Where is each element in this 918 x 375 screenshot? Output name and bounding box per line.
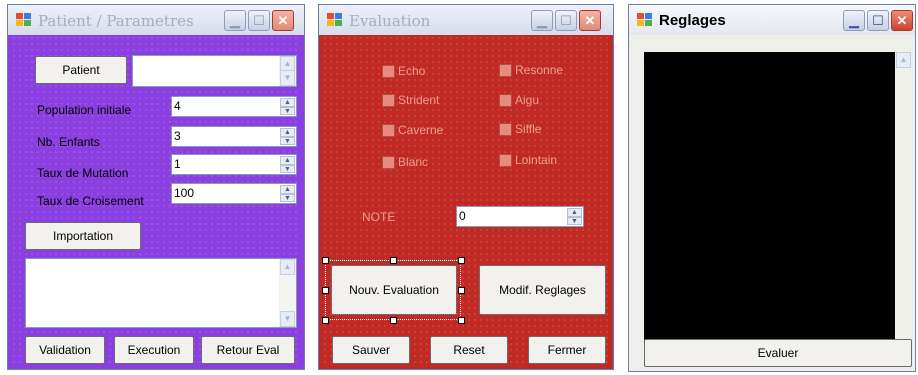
handle-icon[interactable] xyxy=(390,317,397,324)
retour-eval-button[interactable]: Retour Eval xyxy=(201,336,295,364)
reglages-display[interactable]: ▲▼ xyxy=(644,52,912,361)
stepper-arrows-icon[interactable]: ▲ ▼ xyxy=(280,156,295,173)
minimize-icon[interactable]: ▁ xyxy=(531,10,553,31)
maximize-icon[interactable]: ☐ xyxy=(867,10,889,31)
maximize-icon[interactable]: ☐ xyxy=(248,10,270,31)
handle-icon[interactable] xyxy=(322,257,329,264)
close-icon[interactable]: ✕ xyxy=(579,10,601,31)
croisement-label: Taux de Croisement xyxy=(37,194,144,208)
importation-button[interactable]: Importation xyxy=(25,222,141,250)
enfants-stepper[interactable]: 3 ▲ ▼ xyxy=(171,126,297,147)
handle-icon[interactable] xyxy=(322,317,329,324)
modif-reglages-button[interactable]: Modif. Reglages xyxy=(479,265,606,315)
app-icon xyxy=(637,13,653,27)
patient-field[interactable]: ▲ ▼ xyxy=(132,55,297,87)
evaluer-button[interactable]: Evaluer xyxy=(644,339,912,367)
handle-icon[interactable] xyxy=(458,287,465,294)
execution-button[interactable]: Execution xyxy=(114,336,194,364)
evaluation-titlebar[interactable]: Evaluation ▁ ☐ ✕ xyxy=(319,5,613,35)
note-label: NOTE xyxy=(362,210,396,224)
log-scrollbar[interactable]: ▲ ▼ xyxy=(279,259,296,327)
minimize-icon[interactable]: ▁ xyxy=(224,10,246,31)
close-icon[interactable]: ✕ xyxy=(891,10,913,31)
stepper-arrows-icon[interactable]: ▲ ▼ xyxy=(567,208,582,225)
patient-field-scrollbar[interactable]: ▲ ▼ xyxy=(279,56,296,86)
checkbox-lointain[interactable]: Lointain xyxy=(499,153,557,167)
close-icon[interactable]: ✕ xyxy=(272,10,294,31)
checkbox-echo[interactable]: Echo xyxy=(382,64,425,78)
display-scrollbar[interactable]: ▲▼ xyxy=(895,52,912,361)
checkbox-strident[interactable]: Strident xyxy=(382,93,439,107)
enfants-label: Nb. Enfants xyxy=(37,135,100,149)
window-title: Reglages xyxy=(659,12,726,29)
evaluation-client: Echo Strident Caverne Blanc Resonne Aigu… xyxy=(322,35,610,366)
patient-window: Patient / Parametres ▁ ☐ ✕ Patient ▲ ▼ Po… xyxy=(7,4,305,370)
checkbox-box-icon[interactable] xyxy=(382,155,395,169)
fermer-button[interactable]: Fermer xyxy=(528,336,606,364)
mutation-label: Taux de Mutation xyxy=(37,166,129,180)
checkbox-box-icon[interactable] xyxy=(499,122,512,136)
population-label: Population initiale xyxy=(37,103,132,117)
reglages-titlebar[interactable]: Reglages ▁ ☐ ✕ xyxy=(629,5,915,35)
checkbox-blanc[interactable]: Blanc xyxy=(382,155,428,169)
handle-icon[interactable] xyxy=(322,287,329,294)
note-stepper[interactable]: 0 ▲ ▼ xyxy=(456,206,584,227)
checkbox-box-icon[interactable] xyxy=(382,123,395,137)
checkbox-box-icon[interactable] xyxy=(382,64,395,78)
app-icon xyxy=(16,13,32,27)
handle-icon[interactable] xyxy=(458,317,465,324)
minimize-icon[interactable]: ▁ xyxy=(843,10,865,31)
croisement-stepper[interactable]: 100 ▲ ▼ xyxy=(171,183,297,204)
reglages-client: ▲▼ Evaluer xyxy=(632,35,912,368)
checkbox-box-icon[interactable] xyxy=(382,93,395,107)
checkbox-siffle[interactable]: Siffle xyxy=(499,122,541,136)
checkbox-aigu[interactable]: Aigu xyxy=(499,93,539,107)
stepper-arrows-icon[interactable]: ▲ ▼ xyxy=(280,128,295,145)
maximize-icon[interactable]: ☐ xyxy=(555,10,577,31)
handle-icon[interactable] xyxy=(390,257,397,264)
window-title: Patient / Parametres xyxy=(38,12,194,30)
reset-button[interactable]: Reset xyxy=(430,336,508,364)
reglages-window: Reglages ▁ ☐ ✕ ▲▼ Evaluer xyxy=(628,4,916,372)
handle-icon[interactable] xyxy=(458,257,465,264)
mutation-stepper[interactable]: 1 ▲ ▼ xyxy=(171,154,297,175)
nouv-evaluation-button[interactable]: Nouv. Evaluation xyxy=(331,265,457,315)
validation-button[interactable]: Validation xyxy=(25,336,105,364)
patient-titlebar[interactable]: Patient / Parametres ▁ ☐ ✕ xyxy=(8,5,304,35)
window-title: Evaluation xyxy=(349,12,431,30)
checkbox-resonne[interactable]: Resonne xyxy=(499,63,563,77)
import-log-textarea[interactable]: ▲ ▼ xyxy=(25,258,297,328)
checkbox-box-icon[interactable] xyxy=(499,93,512,107)
population-stepper[interactable]: 4 ▲ ▼ xyxy=(171,96,297,117)
checkbox-box-icon[interactable] xyxy=(499,153,512,167)
sauver-button[interactable]: Sauver xyxy=(332,336,410,364)
stepper-arrows-icon[interactable]: ▲ ▼ xyxy=(280,185,295,202)
app-icon xyxy=(327,13,343,27)
evaluation-window: Evaluation ▁ ☐ ✕ Echo Strident Caverne B… xyxy=(318,4,614,370)
patient-button[interactable]: Patient xyxy=(35,56,127,84)
patient-client: Patient ▲ ▼ Population initiale 4 ▲ ▼ Nb. … xyxy=(11,35,301,366)
checkbox-box-icon[interactable] xyxy=(499,63,512,77)
stepper-arrows-icon[interactable]: ▲ ▼ xyxy=(280,98,295,115)
checkbox-caverne[interactable]: Caverne xyxy=(382,123,443,137)
